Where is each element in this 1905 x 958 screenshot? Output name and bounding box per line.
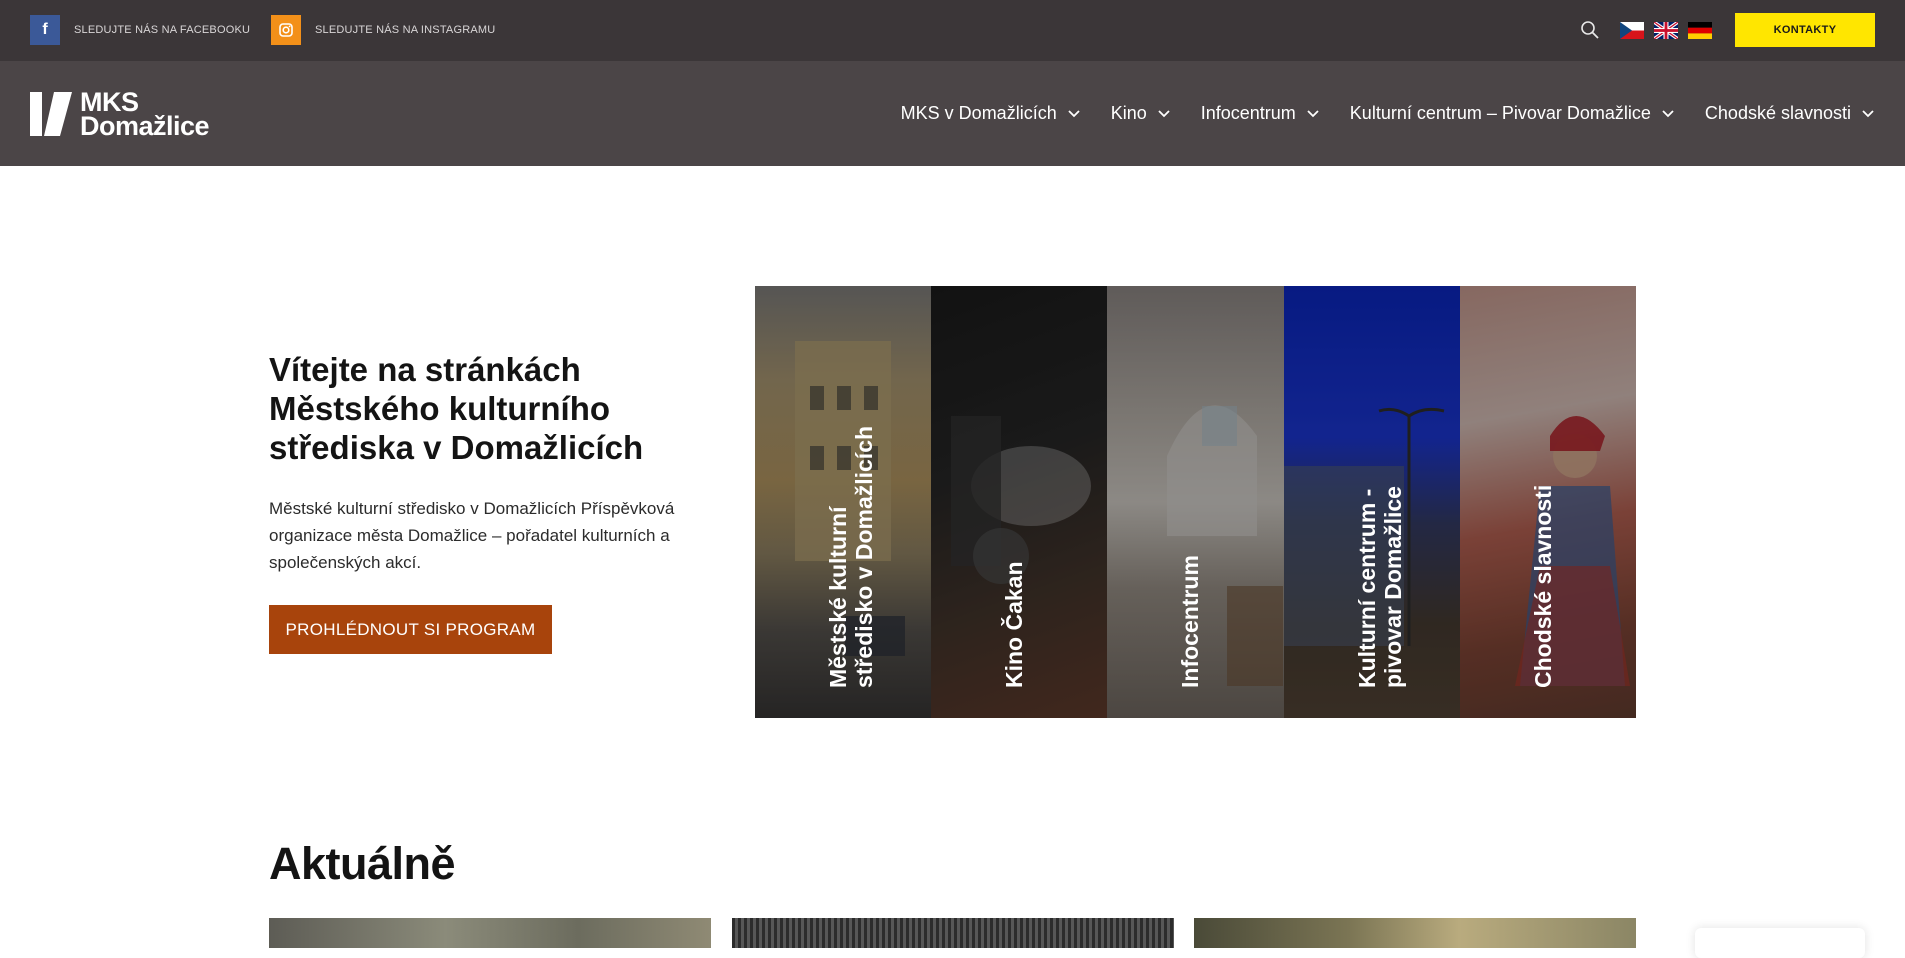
instagram-icon bbox=[271, 15, 301, 45]
panel-mks[interactable]: Městské kulturní středisko v Domažlicích bbox=[755, 286, 932, 718]
chevron-down-icon bbox=[1068, 109, 1080, 117]
panel-infocentrum[interactable]: Infocentrum bbox=[1107, 286, 1284, 718]
menu-item-chodske-slavnosti[interactable]: Chodské slavnosti bbox=[1705, 103, 1875, 124]
chevron-down-icon bbox=[1158, 109, 1170, 117]
menu-item-kino[interactable]: Kino bbox=[1111, 103, 1171, 124]
news-card-image[interactable] bbox=[1194, 918, 1636, 948]
panel-label: Kulturní centrum - pivovar Domažlice bbox=[1353, 486, 1406, 688]
main-menu: MKS v Domažlicích Kino Infocentrum Kultu… bbox=[901, 61, 1875, 166]
language-switcher bbox=[1620, 22, 1712, 39]
main-navbar: MKS Domažlice MKS v Domažlicích Kino Inf… bbox=[0, 61, 1905, 166]
panel-label: Kino Čakan bbox=[1001, 561, 1028, 688]
view-program-button[interactable]: PROHLÉDNOUT SI PROGRAM bbox=[269, 605, 552, 654]
section-panels: Městské kulturní středisko v Domažlicích… bbox=[755, 286, 1636, 718]
de-flag-icon[interactable] bbox=[1688, 22, 1712, 39]
panel-label: Infocentrum bbox=[1177, 555, 1204, 688]
chevron-down-icon bbox=[1662, 109, 1674, 117]
news-card-image[interactable] bbox=[732, 918, 1174, 948]
news-title: Aktuálně bbox=[269, 838, 456, 889]
hero-description: Městské kulturní středisko v Domažlicích… bbox=[269, 499, 675, 572]
facebook-link[interactable]: f SLEDUJTE NÁS NA FACEBOOKU bbox=[30, 15, 250, 45]
facebook-label: SLEDUJTE NÁS NA FACEBOOKU bbox=[74, 24, 251, 36]
menu-item-label: Kulturní centrum – Pivovar Domažlice bbox=[1349, 103, 1651, 123]
menu-item-label: Infocentrum bbox=[1200, 103, 1296, 123]
panel-kulturni-centrum[interactable]: Kulturní centrum - pivovar Domažlice bbox=[1283, 286, 1460, 718]
menu-item-label: MKS v Domažlicích bbox=[900, 103, 1057, 123]
facebook-icon: f bbox=[30, 15, 60, 45]
menu-item-label: Chodské slavnosti bbox=[1704, 103, 1851, 123]
menu-item-infocentrum[interactable]: Infocentrum bbox=[1201, 103, 1320, 124]
en-flag-icon[interactable] bbox=[1654, 22, 1678, 39]
logo-line2: Domažlice bbox=[80, 111, 210, 141]
top-bar: f SLEDUJTE NÁS NA FACEBOOKU SLEDUJTE NÁS… bbox=[0, 0, 1905, 61]
chevron-down-icon bbox=[1307, 109, 1319, 117]
menu-item-label: Kino bbox=[1110, 103, 1147, 123]
floating-widget[interactable] bbox=[1695, 928, 1865, 958]
panel-label: Chodské slavnosti bbox=[1529, 484, 1556, 688]
panel-kino[interactable]: Kino Čakan bbox=[931, 286, 1108, 718]
menu-item-kulturni-centrum[interactable]: Kulturní centrum – Pivovar Domažlice bbox=[1350, 103, 1675, 124]
hero-title: Vítejte na stránkách Městského kulturníh… bbox=[269, 351, 644, 466]
search-icon[interactable] bbox=[1580, 20, 1600, 40]
cs-flag-icon[interactable] bbox=[1620, 22, 1644, 39]
news-card-image[interactable] bbox=[269, 918, 711, 948]
chevron-down-icon bbox=[1862, 109, 1874, 117]
logo-text: MKS Domažlice bbox=[80, 89, 210, 141]
menu-item-mks[interactable]: MKS v Domažlicích bbox=[901, 103, 1081, 124]
instagram-link[interactable]: SLEDUJTE NÁS NA INSTAGRAMU bbox=[271, 15, 495, 45]
logo-mark-icon bbox=[30, 92, 72, 136]
panel-chodske-slavnosti[interactable]: Chodské slavnosti bbox=[1459, 286, 1636, 718]
site-logo[interactable]: MKS Domažlice bbox=[30, 89, 210, 141]
panel-label: Městské kulturní středisko v Domažlicích bbox=[825, 425, 878, 688]
contact-button[interactable]: KONTAKTY bbox=[1735, 13, 1875, 47]
instagram-label: SLEDUJTE NÁS NA INSTAGRAMU bbox=[315, 24, 496, 36]
